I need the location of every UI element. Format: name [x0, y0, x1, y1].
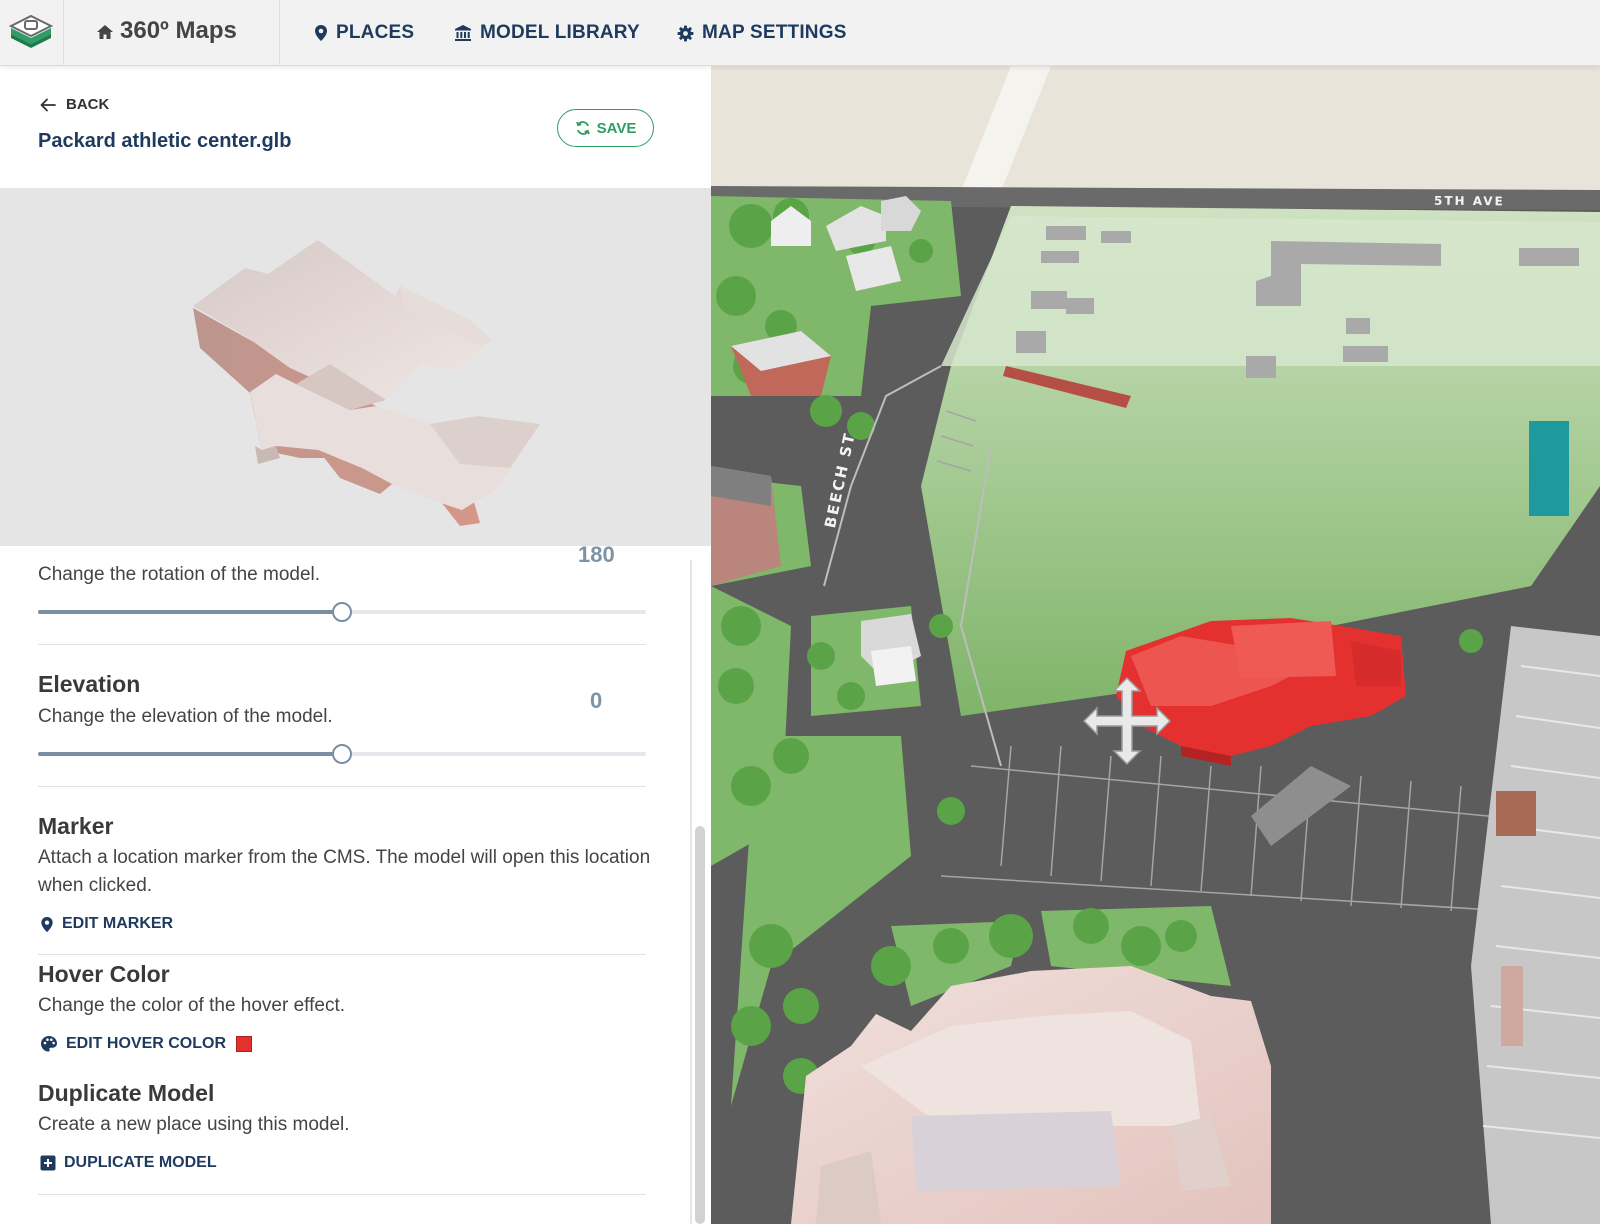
duplicate-model-button[interactable]: DUPLICATE MODEL: [40, 1154, 217, 1172]
map-pin-icon: [41, 916, 53, 932]
hover-color-title: Hover Color: [38, 961, 170, 987]
edit-marker-label: EDIT MARKER: [62, 915, 174, 932]
model-file-name: Packard athletic center.glb: [38, 130, 292, 152]
scrollbar-thumb[interactable]: [695, 826, 705, 1224]
marker-description: Attach a location marker from the CMS. T…: [38, 847, 651, 896]
arrow-left-icon: [40, 98, 56, 111]
plus-square-icon: [40, 1155, 56, 1171]
divider: [38, 786, 646, 787]
app-title: 360º Maps: [120, 17, 237, 44]
gear-icon: [677, 25, 694, 41]
marker-title: Marker: [38, 813, 114, 839]
elevation-slider-fill: [38, 752, 342, 756]
edit-hover-color-button[interactable]: EDIT HOVER COLOR: [40, 1035, 253, 1053]
save-label: SAVE: [596, 119, 637, 137]
elevation-title: Elevation: [38, 671, 141, 697]
nav-places-label: PLACES: [336, 22, 415, 43]
hover-color-description: Change the color of the hover effect.: [38, 995, 346, 1016]
top-bar: 360º Maps PLACES MODEL LIBRARY MAP SETTI…: [0, 0, 1600, 66]
layers-logo-icon: [8, 14, 54, 48]
home-link[interactable]: 360º Maps: [64, 0, 280, 66]
divider: [38, 644, 646, 645]
app-logo[interactable]: [0, 0, 64, 66]
map-pin-icon: [315, 25, 327, 41]
edit-marker-button[interactable]: EDIT MARKER: [40, 915, 173, 933]
divider: [38, 1194, 646, 1195]
rotation-slider-fill: [38, 610, 342, 614]
divider: [38, 954, 646, 955]
save-button[interactable]: SAVE: [557, 109, 654, 147]
back-label: BACK: [66, 96, 110, 113]
elevation-slider[interactable]: [38, 744, 646, 764]
nav-model-library-label: MODEL LIBRARY: [480, 22, 640, 43]
model-settings-list[interactable]: 180 Change the rotation of the model. El…: [0, 546, 711, 1224]
nav-map-settings[interactable]: MAP SETTINGS: [677, 21, 847, 45]
campus-map-viewport[interactable]: 5TH AVE BEECH ST: [711, 66, 1600, 1224]
sync-icon: [575, 121, 590, 135]
model-preview-viewport[interactable]: [0, 188, 711, 546]
hover-color-swatch[interactable]: [236, 1036, 253, 1052]
elevation-slider-thumb[interactable]: [332, 744, 352, 764]
back-button[interactable]: BACK: [40, 96, 109, 113]
nav-map-settings-label: MAP SETTINGS: [702, 22, 847, 43]
rotation-description: Change the rotation of the model.: [38, 564, 321, 585]
duplicate-model-title: Duplicate Model: [38, 1080, 215, 1106]
nav-places[interactable]: PLACES: [314, 21, 414, 45]
duplicate-model-description: Create a new place using this model.: [38, 1114, 350, 1135]
campus-map-render: [711, 66, 1600, 1224]
elevation-description: Change the elevation of the model.: [38, 706, 333, 727]
scrollbar-track[interactable]: [690, 560, 692, 1224]
edit-hover-color-label: EDIT HOVER COLOR: [66, 1035, 227, 1052]
palette-icon: [41, 1036, 57, 1052]
rotation-slider[interactable]: [38, 602, 646, 622]
street-label-5th-ave: 5TH AVE: [1433, 193, 1505, 209]
duplicate-model-label: DUPLICATE MODEL: [64, 1154, 217, 1171]
rotation-slider-thumb[interactable]: [332, 602, 352, 622]
model-editor-panel: BACK Packard athletic center.glb SAVE 18…: [0, 66, 711, 1224]
building-model-preview: [193, 240, 540, 526]
nav-model-library[interactable]: MODEL LIBRARY: [454, 21, 640, 45]
home-icon: [97, 25, 113, 39]
institution-icon: [455, 25, 471, 41]
